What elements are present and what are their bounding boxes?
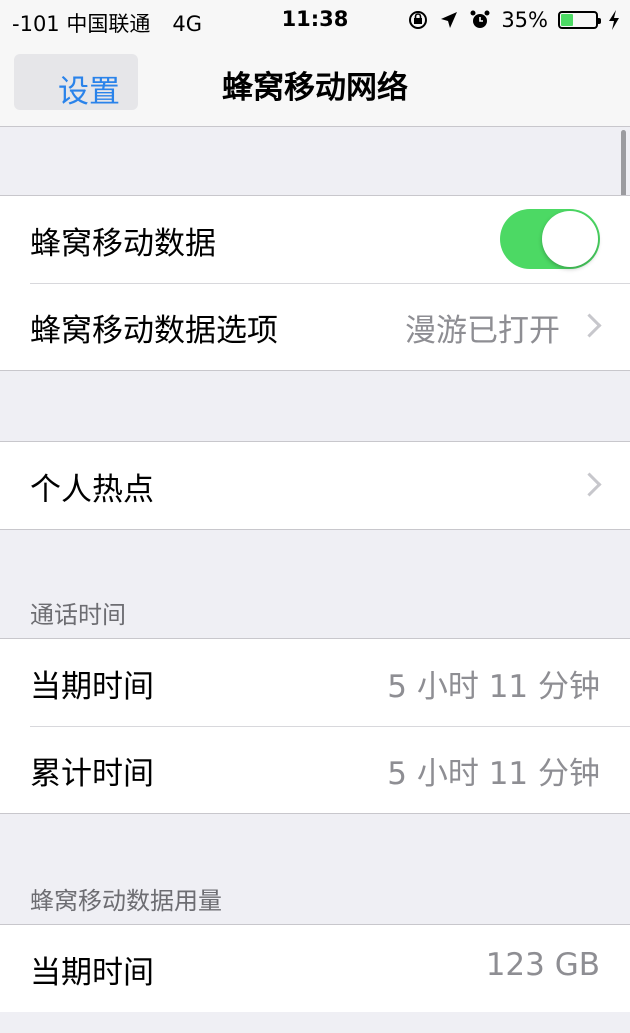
data-usage-current-row: 当期时间 123 GB: [0, 925, 630, 1012]
cellular-data-label: 蜂窝移动数据: [30, 226, 216, 262]
hotspot-group: 个人热点: [0, 441, 630, 530]
navigation-bar: 设置 蜂窝移动网络: [0, 40, 630, 127]
data-usage-header: 蜂窝移动数据用量: [30, 887, 222, 915]
battery-icon: [558, 11, 601, 29]
charging-bolt-icon: [609, 10, 619, 30]
current-period-value: 5 小时 11 分钟: [387, 669, 600, 705]
status-icons: 35%: [407, 8, 620, 32]
battery-percent: 35%: [501, 8, 548, 32]
roaming-status: 漫游已打开: [405, 313, 560, 349]
personal-hotspot-label: 个人热点: [30, 472, 154, 508]
current-period-label: 当期时间: [30, 669, 154, 705]
lifetime-row: 累计时间 5 小时 11 分钟: [0, 726, 630, 813]
alarm-icon: [470, 10, 490, 28]
data-usage-group: 当期时间 123 GB: [0, 924, 630, 1012]
chevron-right-icon: [577, 313, 602, 338]
rotation-lock-icon: [409, 11, 428, 29]
cellular-data-toggle[interactable]: [500, 209, 600, 269]
lifetime-value: 5 小时 11 分钟: [387, 756, 600, 792]
data-usage-current-value: 123 GB: [485, 947, 600, 983]
personal-hotspot-row[interactable]: 个人热点: [0, 442, 630, 529]
cellular-data-options-row[interactable]: 蜂窝移动数据选项 漫游已打开: [0, 283, 630, 370]
current-period-row: 当期时间 5 小时 11 分钟: [0, 639, 630, 726]
lifetime-label: 累计时间: [30, 756, 154, 792]
cellular-data-row: 蜂窝移动数据: [0, 196, 630, 283]
call-time-group: 当期时间 5 小时 11 分钟 累计时间 5 小时 11 分钟: [0, 638, 630, 814]
cellular-data-group: 蜂窝移动数据 蜂窝移动数据选项 漫游已打开: [0, 195, 630, 371]
location-icon: [441, 12, 458, 28]
toggle-knob: [542, 211, 598, 267]
chevron-right-icon: [577, 472, 602, 497]
call-time-header: 通话时间: [30, 601, 126, 629]
status-bar: -101 中国联通 4G 11:38 35%: [0, 0, 630, 40]
cellular-data-options-label: 蜂窝移动数据选项: [30, 313, 278, 349]
data-usage-current-label: 当期时间: [30, 955, 154, 991]
page-title: 蜂窝移动网络: [222, 70, 408, 106]
